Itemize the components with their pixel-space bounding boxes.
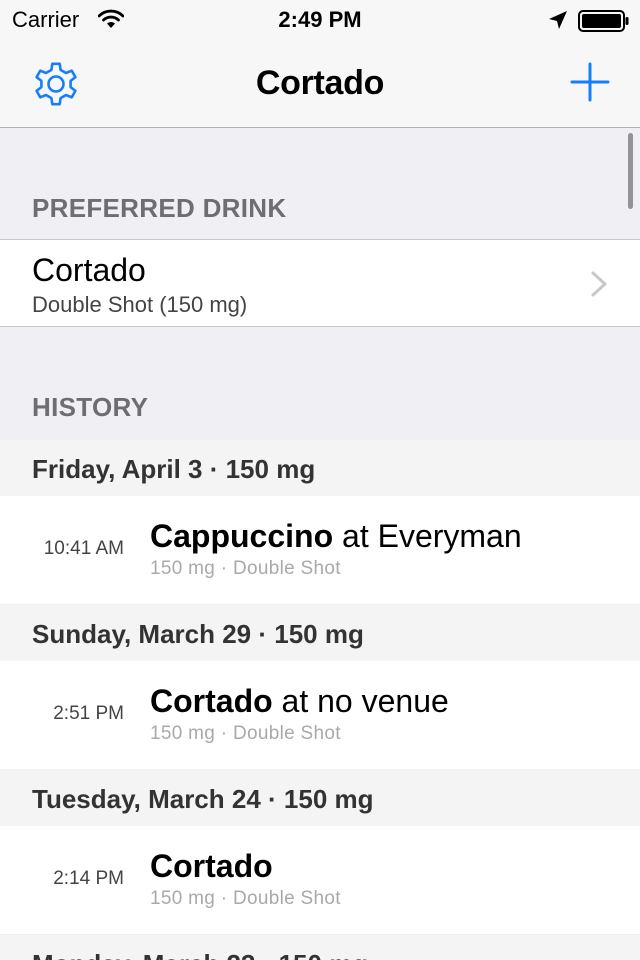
day-header: Tuesday, March 24 · 150 mg	[0, 770, 640, 826]
day-header-label: Tuesday, March 24 · 150 mg	[32, 784, 374, 814]
day-header-label: Friday, April 3 · 150 mg	[32, 454, 316, 484]
entry-drink: Cortado	[150, 848, 273, 884]
history-entry-row[interactable]: 10:41 AM Cappuccino at Everyman 150 mg ·…	[0, 496, 640, 604]
entry-time: 10:41 AM	[43, 538, 124, 559]
day-header-label: Monday, March 23 · 150 mg	[32, 949, 368, 960]
page-title: Cortado	[255, 64, 385, 102]
preferred-drink-row[interactable]: Cortado Double Shot (150 mg)	[0, 239, 640, 327]
day-header: Monday, March 23 · 150 mg	[0, 935, 640, 960]
battery-icon	[578, 10, 629, 32]
entry-detail: 150 mg · Double Shot	[150, 723, 341, 744]
day-header: Sunday, March 29 · 150 mg	[0, 605, 640, 661]
section-header-history: HISTORY	[32, 392, 149, 422]
entry-venue: at Everyman	[333, 518, 522, 554]
status-time: 2:49 PM	[278, 7, 362, 32]
entry-venue: at no venue	[272, 683, 449, 719]
chevron-right-icon	[591, 271, 607, 297]
section-header-preferred: PREFERRED DRINK	[32, 193, 287, 223]
preferred-drink-detail: Double Shot (150 mg)	[32, 292, 248, 317]
entry-drink: Cappuccino	[150, 518, 334, 554]
location-arrow-icon	[549, 11, 567, 29]
navigation-bar: Cortado	[0, 40, 640, 128]
preferred-drink-name: Cortado	[32, 252, 146, 288]
entry-drink: Cortado	[150, 683, 273, 719]
entry-detail: 150 mg · Double Shot	[150, 558, 341, 579]
scroll-indicator[interactable]	[628, 133, 633, 209]
entry-time: 2:51 PM	[53, 703, 124, 724]
day-header-label: Sunday, March 29 · 150 mg	[32, 619, 364, 649]
entry-title: Cappuccino at Everyman	[150, 518, 522, 555]
day-header: Friday, April 3 · 150 mg	[0, 440, 640, 496]
plus-icon[interactable]	[570, 62, 610, 102]
history-entry-row[interactable]: 2:14 PM Cortado 150 mg · Double Shot	[0, 826, 640, 934]
entry-title: Cortado	[150, 848, 273, 885]
entry-title: Cortado at no venue	[150, 683, 449, 720]
entry-detail: 150 mg · Double Shot	[150, 888, 341, 909]
entry-time: 2:14 PM	[53, 868, 124, 889]
table-view[interactable]: PREFERRED DRINK Cortado Double Shot (150…	[0, 129, 640, 960]
status-bar: Carrier 2:49 PM	[0, 0, 640, 40]
history-entry-row[interactable]: 2:51 PM Cortado at no venue 150 mg · Dou…	[0, 661, 640, 769]
